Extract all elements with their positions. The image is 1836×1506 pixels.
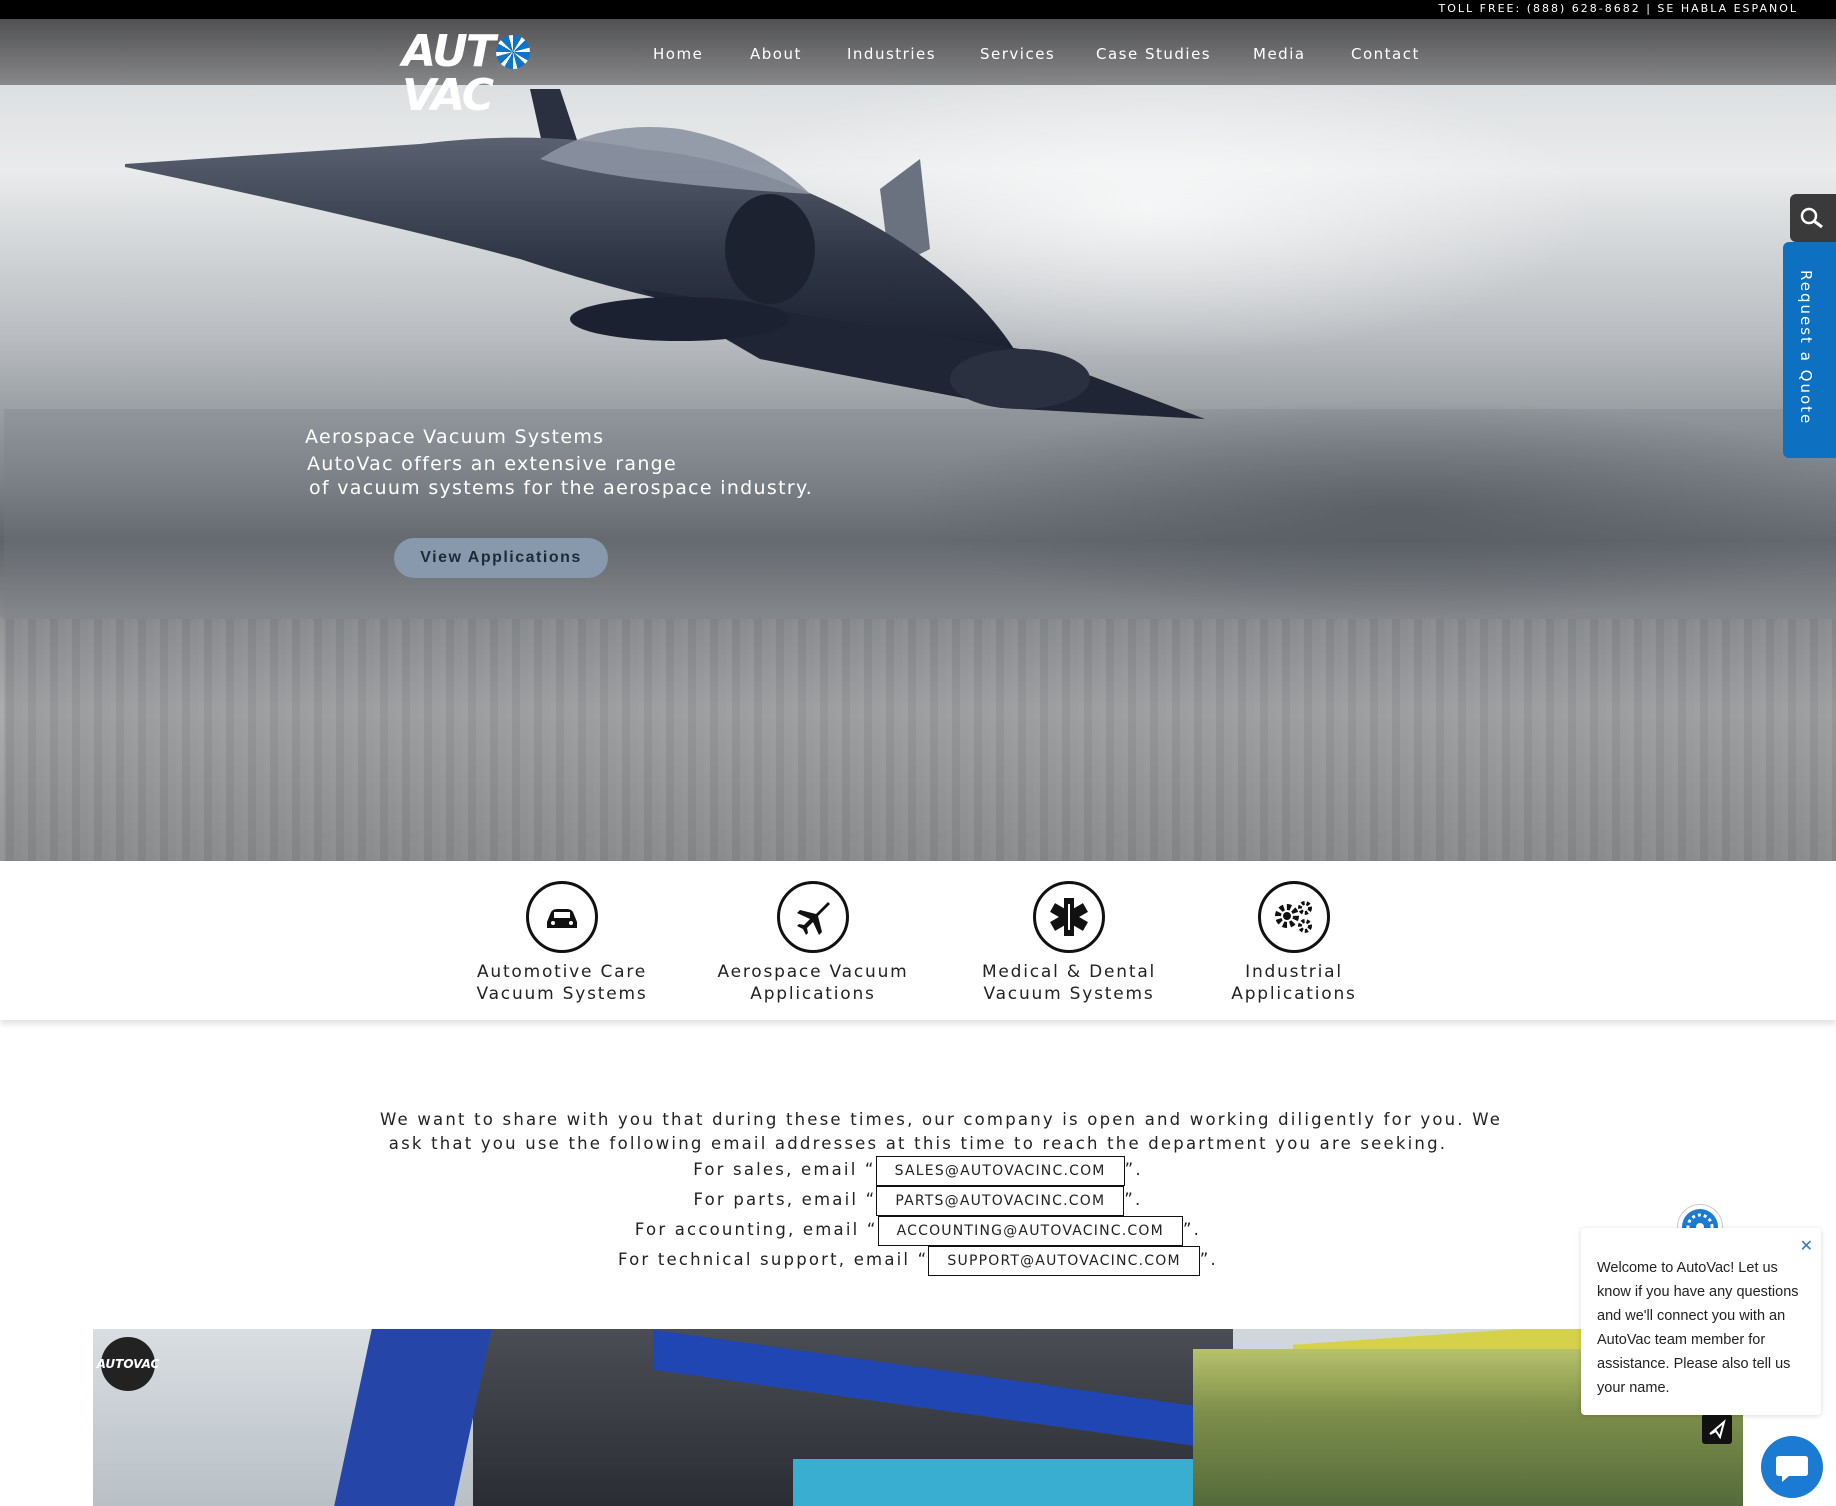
toll-free-text: TOLL FREE: (888) 628-8682 | SE HABLA ESP…	[1438, 2, 1798, 15]
share-icon[interactable]	[1702, 1414, 1732, 1444]
search-icon	[1800, 207, 1823, 229]
chat-popup: ✕ Welcome to AutoVac! Let us know if you…	[1581, 1228, 1821, 1415]
view-applications-button[interactable]: View Applications	[394, 538, 608, 578]
hero-line-2: of vacuum systems for the aerospace indu…	[309, 477, 814, 499]
nav-case-studies[interactable]: Case Studies	[1096, 45, 1211, 63]
gears-icon	[1258, 881, 1330, 953]
top-bar: TOLL FREE: (888) 628-8682 | SE HABLA ESP…	[0, 0, 1836, 19]
industry-industrial[interactable]: Industrial Applications	[1184, 881, 1404, 1005]
industry-automotive[interactable]: Automotive Care Vacuum Systems	[452, 881, 672, 1005]
chat-bubble-icon	[1776, 1456, 1808, 1482]
industries-strip: Automotive Care Vacuum Systems Aerospace …	[0, 861, 1836, 1020]
chat-message: Welcome to AutoVac! Let us know if you h…	[1597, 1260, 1799, 1396]
industry-aerospace[interactable]: Aerospace Vacuum Applications	[703, 881, 923, 1005]
nav-services[interactable]: Services	[980, 45, 1055, 63]
search-tab[interactable]	[1790, 194, 1836, 242]
nav-industries[interactable]: Industries	[847, 45, 936, 63]
jet-icon	[777, 881, 849, 953]
nav-media[interactable]: Media	[1253, 45, 1306, 63]
request-quote-tab[interactable]: Request a Quote	[1783, 242, 1836, 458]
hero-line-1: AutoVac offers an extensive range	[307, 453, 678, 475]
request-quote-label: Request a Quote	[1797, 270, 1815, 426]
fighter-jet-image	[125, 89, 1205, 419]
notice-line-1: We want to share with you that during th…	[380, 1110, 1503, 1129]
hero-title: Aerospace Vacuum Systems	[305, 426, 605, 448]
industry-medical[interactable]: Medical & Dental Vacuum Systems	[959, 881, 1179, 1005]
nav-about[interactable]: About	[750, 45, 802, 63]
car-icon	[526, 881, 598, 953]
video-channel-logo[interactable]: AUTOVAC	[97, 1337, 159, 1391]
notice-line-2: ask that you use the following email add…	[388, 1134, 1448, 1153]
close-icon[interactable]: ✕	[1800, 1236, 1813, 1255]
covid-notice: We want to share with you that during th…	[380, 1108, 1503, 1276]
accounting-email-link[interactable]: ACCOUNTING@AUTOVACINC.COM	[877, 1216, 1183, 1246]
nav-menu: Home About Industries Services Case Stud…	[0, 45, 1836, 65]
nav-contact[interactable]: Contact	[1351, 45, 1420, 63]
parts-email-link[interactable]: PARTS@AUTOVACINC.COM	[876, 1186, 1125, 1216]
facility-video[interactable]: AUTOVAC	[93, 1329, 1743, 1506]
hero-text: Aerospace Vacuum Systems AutoVac offers …	[305, 425, 813, 500]
hero-banner	[0, 19, 1836, 861]
medical-icon	[1033, 881, 1105, 953]
chat-launcher-button[interactable]	[1761, 1436, 1823, 1498]
sales-email-link[interactable]: SALES@AUTOVACINC.COM	[875, 1156, 1125, 1186]
support-email-link[interactable]: SUPPORT@AUTOVACINC.COM	[928, 1246, 1200, 1276]
nav-home[interactable]: Home	[653, 45, 703, 63]
hero-overlay	[4, 409, 1836, 861]
